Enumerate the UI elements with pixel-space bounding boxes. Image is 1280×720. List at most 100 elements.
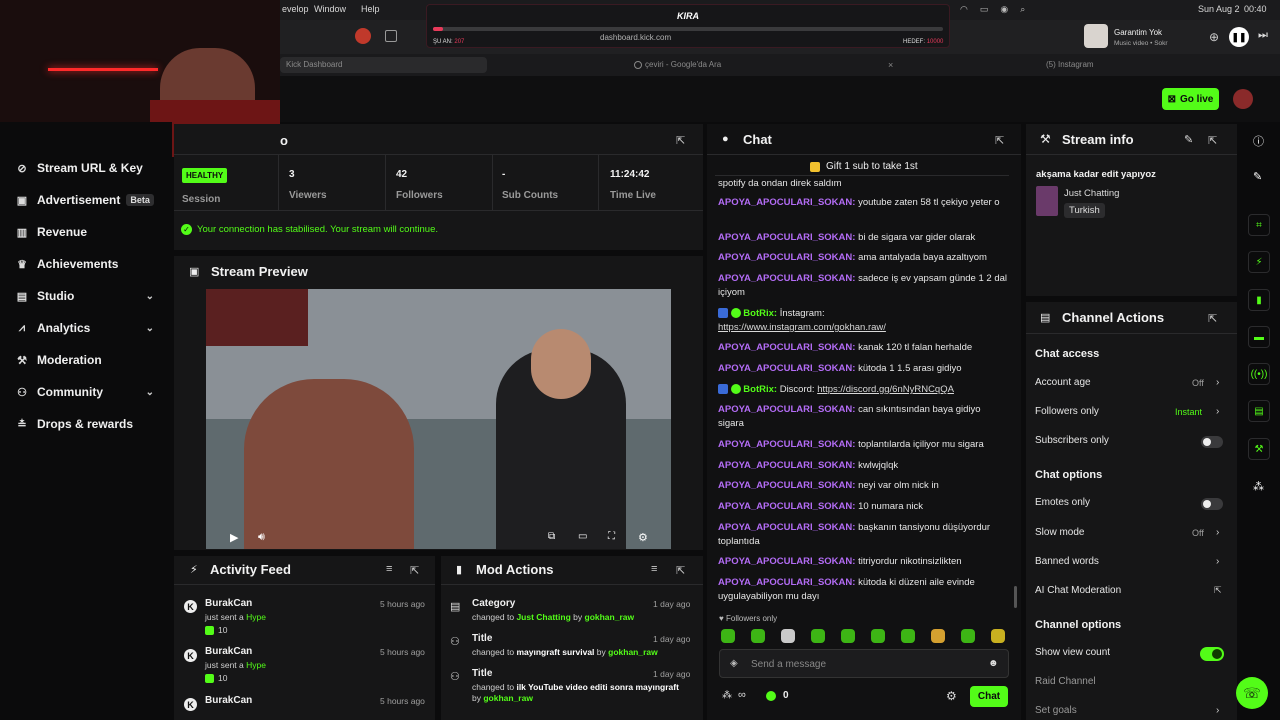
- chevron-right-icon[interactable]: ›: [1216, 377, 1219, 388]
- layout-icon[interactable]: ▤: [1248, 400, 1270, 422]
- feed-user[interactable]: BurakCan: [205, 646, 252, 657]
- chevron-right-icon[interactable]: ›: [1216, 406, 1219, 417]
- feed-time: 5 hours ago: [380, 647, 425, 657]
- sidebar-item-revenue[interactable]: ▥ Revenue: [16, 222, 166, 242]
- set-goals-label[interactable]: Set goals: [1035, 705, 1077, 715]
- tab-overview-icon[interactable]: [385, 30, 397, 42]
- people-icon[interactable]: ⁂: [1253, 480, 1264, 493]
- menu-develop[interactable]: evelop: [282, 4, 309, 14]
- external-link-icon[interactable]: ⇱: [1214, 585, 1222, 596]
- fullscreen-icon[interactable]: ⛶: [608, 531, 615, 542]
- followers-only-label[interactable]: Followers only: [1035, 406, 1099, 417]
- chevron-right-icon[interactable]: ›: [1216, 527, 1219, 538]
- feed-user[interactable]: BurakCan: [205, 598, 252, 609]
- viewers-label: Viewers: [289, 190, 327, 201]
- video-face: [531, 329, 591, 399]
- scan-icon[interactable]: ⌗: [1248, 214, 1270, 236]
- tab-google-search[interactable]: çeviri - Google'da Ara: [634, 57, 874, 73]
- emotes-only-toggle[interactable]: [1201, 498, 1223, 510]
- emote-icon[interactable]: [751, 629, 765, 643]
- account-age-label[interactable]: Account age: [1035, 377, 1091, 388]
- chevron-right-icon[interactable]: ›: [1216, 556, 1219, 567]
- chat-bubble-icon[interactable]: ▬: [1248, 326, 1270, 348]
- tab-instagram[interactable]: (5) Instagram: [1046, 57, 1246, 73]
- search-icon[interactable]: ⌕: [1020, 4, 1025, 16]
- play-icon[interactable]: ▶: [230, 531, 238, 544]
- document-icon[interactable]: ▮: [1248, 289, 1270, 311]
- next-track-icon[interactable]: ⏭: [1258, 29, 1268, 42]
- video-player[interactable]: ▶ 🔊︎ ⧉ ▭ ⛶ ⚙: [206, 289, 671, 549]
- sidebar-item-community[interactable]: ⚇ Community ⌄: [16, 382, 166, 402]
- record-icon[interactable]: [355, 28, 371, 44]
- info-icon[interactable]: ⓘ: [1253, 133, 1264, 149]
- edit-pencil-icon[interactable]: ✎: [1184, 133, 1193, 146]
- emoji-icon[interactable]: ☻: [988, 658, 999, 669]
- pip-icon[interactable]: ⧉: [548, 531, 555, 542]
- add-icon[interactable]: ⊕: [1209, 30, 1219, 44]
- sidebar-item-stream-url[interactable]: ⊘ Stream URL & Key: [16, 158, 166, 178]
- filter-icon[interactable]: ≡: [386, 563, 392, 575]
- sidebar: ⊘ Stream URL & Key ▣ Advertisement Beta ▥ Re…: [0, 122, 172, 720]
- close-tab-icon[interactable]: ×: [888, 57, 893, 73]
- theater-icon[interactable]: ▭: [578, 531, 587, 542]
- sidebar-item-studio[interactable]: ▤ Studio ⌄: [16, 286, 166, 306]
- menu-window[interactable]: Window: [314, 4, 346, 14]
- sidebar-item-moderation[interactable]: ⚒ Moderation: [16, 350, 166, 370]
- divider: [385, 155, 386, 210]
- edit-pencil-icon[interactable]: ✎: [1253, 170, 1262, 183]
- user-avatar[interactable]: [1233, 89, 1253, 109]
- broadcast-icon[interactable]: ((•)): [1248, 363, 1270, 385]
- volume-icon[interactable]: 🔊︎: [258, 531, 265, 544]
- ai-moderation-label[interactable]: AI Chat Moderation: [1035, 585, 1121, 596]
- emote-icon[interactable]: [841, 629, 855, 643]
- wrench-icon[interactable]: ⚒: [1248, 438, 1270, 460]
- sidebar-item-analytics[interactable]: ⩘ Analytics ⌄: [16, 318, 166, 338]
- expand-icon[interactable]: ⇱: [410, 564, 419, 577]
- menu-help[interactable]: Help: [361, 4, 380, 14]
- subscribers-only-toggle[interactable]: [1201, 436, 1223, 448]
- expand-icon[interactable]: ⇱: [1208, 312, 1217, 325]
- category-name[interactable]: Just Chatting: [1064, 188, 1119, 199]
- slow-mode-label[interactable]: Slow mode: [1035, 527, 1084, 538]
- divider: [174, 210, 703, 211]
- sidebar-item-advertisement[interactable]: ▣ Advertisement Beta: [16, 190, 166, 210]
- lightning-icon[interactable]: ⚡︎: [1248, 251, 1270, 273]
- badges-icon[interactable]: ⁂: [722, 690, 732, 701]
- chat-scrollbar[interactable]: [1014, 586, 1017, 608]
- sidebar-item-drops[interactable]: ≛ Drops & rewards: [16, 414, 166, 434]
- pause-icon[interactable]: ❚❚: [1229, 27, 1249, 47]
- music-title: Garantim Yok: [1114, 28, 1163, 37]
- tab-kick-dashboard[interactable]: Kick Dashboard: [280, 57, 487, 73]
- emote-icon[interactable]: [961, 629, 975, 643]
- emote-icon[interactable]: [991, 629, 1005, 643]
- expand-icon[interactable]: ⇱: [1208, 134, 1217, 147]
- pinned-gift-banner[interactable]: Gift 1 sub to take 1st: [810, 161, 918, 172]
- expand-icon[interactable]: ⇱: [676, 564, 685, 577]
- filter-icon[interactable]: ≡: [651, 563, 657, 575]
- raid-channel-label[interactable]: Raid Channel: [1035, 676, 1096, 687]
- chevron-right-icon[interactable]: ›: [1216, 705, 1219, 716]
- chat-settings-icon[interactable]: ⚙: [946, 689, 957, 703]
- infinity-icon[interactable]: ∞: [738, 689, 746, 701]
- battery-icon[interactable]: ▭: [980, 4, 989, 16]
- emote-icon[interactable]: [781, 629, 795, 643]
- banned-words-label[interactable]: Banned words: [1035, 556, 1099, 567]
- emote-icon[interactable]: [871, 629, 885, 643]
- go-live-button[interactable]: ⊠ Go live: [1162, 88, 1219, 110]
- send-chat-button[interactable]: Chat: [970, 686, 1008, 707]
- expand-icon[interactable]: ⇱: [995, 134, 1004, 147]
- feed-user[interactable]: BurakCan: [205, 695, 252, 706]
- url-bar[interactable]: dashboard.kick.com: [600, 33, 671, 42]
- emote-icon[interactable]: [721, 629, 735, 643]
- wifi-icon[interactable]: ◠: [960, 4, 968, 16]
- emote-icon[interactable]: [901, 629, 915, 643]
- emote-icon[interactable]: [931, 629, 945, 643]
- emote-icon[interactable]: [811, 629, 825, 643]
- expand-icon[interactable]: ⇱: [676, 134, 685, 147]
- message-input[interactable]: ◈ Send a message ☻: [719, 649, 1009, 678]
- settings-gear-icon[interactable]: ⚙: [638, 531, 648, 544]
- show-view-count-toggle[interactable]: [1200, 647, 1224, 661]
- support-chat-icon[interactable]: ☏: [1236, 677, 1268, 709]
- sidebar-item-achievements[interactable]: ♛ Achievements: [16, 254, 166, 274]
- control-center-icon[interactable]: ◉: [1000, 4, 1008, 16]
